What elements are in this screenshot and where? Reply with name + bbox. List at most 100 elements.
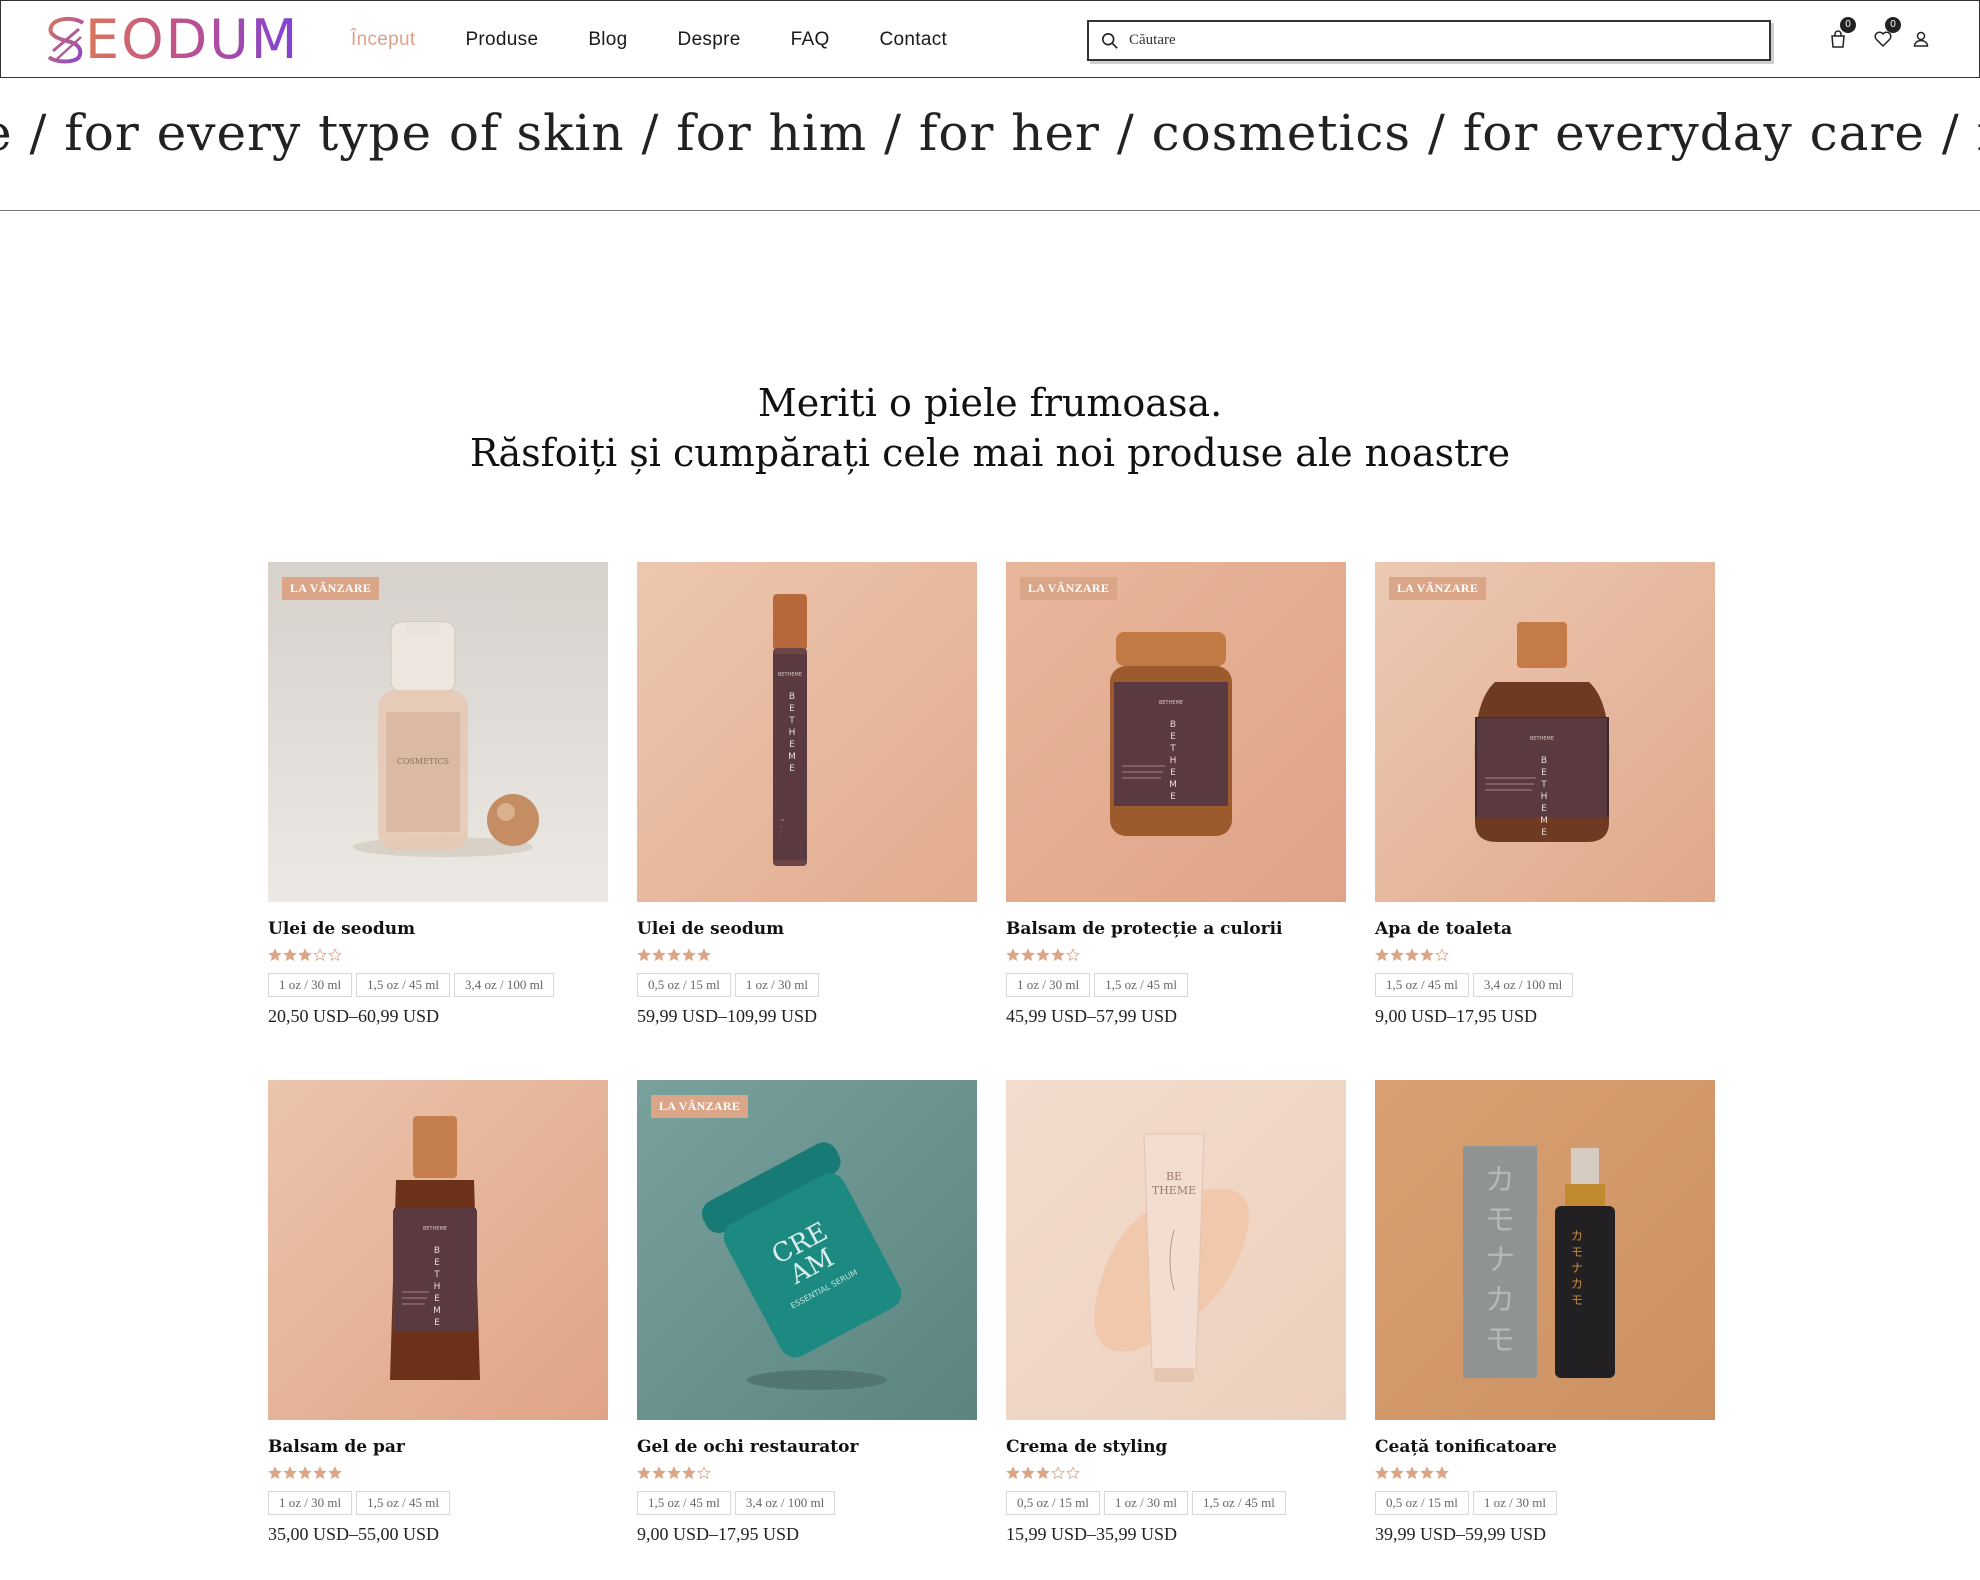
nav-item-blog[interactable]: Blog xyxy=(588,29,627,51)
svg-text:E: E xyxy=(1541,768,1547,778)
svg-text:M: M xyxy=(1169,780,1177,790)
product-image[interactable]: BETHEME BETHEME xyxy=(268,1080,608,1420)
variant-option[interactable]: 1,5 oz / 45 ml xyxy=(1094,973,1188,997)
star-filled-icon xyxy=(637,948,651,962)
svg-text:E: E xyxy=(789,704,795,714)
tagline-marquee: e / for every type of skin / for him / f… xyxy=(0,78,1980,211)
svg-text:T: T xyxy=(1169,744,1176,754)
svg-text:M: M xyxy=(433,1306,441,1316)
search-input[interactable] xyxy=(1129,25,1729,56)
product-name[interactable]: Balsam de par xyxy=(268,1437,608,1461)
product-name[interactable]: Ulei de seodum xyxy=(268,919,608,943)
variant-option[interactable]: 3,4 oz / 100 ml xyxy=(734,1491,836,1515)
product-rating xyxy=(637,1466,977,1482)
product-photo: BETHEME BETHEME xyxy=(1375,562,1715,902)
variant-option[interactable]: 1,5 oz / 45 ml xyxy=(356,973,450,997)
product-name[interactable]: Balsam de protecție a culorii xyxy=(1006,919,1346,943)
product-photo: カモナ カモ カモナ カモ xyxy=(1375,1080,1715,1420)
product-card[interactable]: BETHEME BETHEME Ulei de seodum 0,5 oz / … xyxy=(637,562,977,1027)
product-image[interactable]: CRE AM ESSENTIAL SERUM LA VÂNZARE xyxy=(637,1080,977,1420)
star-filled-icon xyxy=(1375,948,1389,962)
nav-item-contact[interactable]: Contact xyxy=(880,29,948,51)
star-filled-icon xyxy=(682,1466,696,1480)
product-rating xyxy=(1375,948,1715,964)
nav-item-inceput[interactable]: Început xyxy=(351,29,415,51)
product-price: 20,50 USD–60,99 USD xyxy=(268,1006,440,1026)
product-image[interactable]: BETHEME BETHEME LA VÂNZARE xyxy=(1006,562,1346,902)
product-photo: BETHEME BETHEME xyxy=(637,562,977,902)
variant-option[interactable]: 1 oz / 30 ml xyxy=(268,973,353,997)
product-name[interactable]: Ceață tonificatoare xyxy=(1375,1437,1715,1461)
svg-text:カ: カ xyxy=(1571,1277,1583,1291)
variant-option[interactable]: 1 oz / 30 ml xyxy=(734,973,819,997)
svg-text:BETHEME: BETHEME xyxy=(778,672,802,678)
nav-item-produse[interactable]: Produse xyxy=(465,29,538,51)
svg-text:COSMETICS: COSMETICS xyxy=(397,757,449,766)
variant-option[interactable]: 0,5 oz / 15 ml xyxy=(1375,1491,1469,1515)
sale-badge: LA VÂNZARE xyxy=(651,1095,749,1118)
cart-button[interactable]: 0 xyxy=(1828,17,1856,51)
variant-option[interactable]: 1,5 oz / 45 ml xyxy=(637,1491,731,1515)
star-filled-icon xyxy=(652,948,666,962)
svg-text:H: H xyxy=(1541,792,1548,802)
product-card[interactable]: COSMETICS LA VÂNZARE Ulei de seodum 1 oz… xyxy=(268,562,608,1027)
wishlist-button[interactable]: 0 xyxy=(1873,17,1901,51)
star-filled-icon xyxy=(1405,948,1419,962)
product-name[interactable]: Apa de toaleta xyxy=(1375,919,1715,943)
svg-text:BETHEME: BETHEME xyxy=(423,1226,447,1232)
product-image[interactable]: COSMETICS LA VÂNZARE xyxy=(268,562,608,902)
variant-option[interactable]: 1 oz / 30 ml xyxy=(1006,973,1091,997)
product-card[interactable]: カモナ カモ カモナ カモ Ceață tonificatoare 0,5 oz… xyxy=(1375,1080,1715,1545)
svg-text:BETHEME: BETHEME xyxy=(1530,736,1554,742)
variant-option[interactable]: 1,5 oz / 45 ml xyxy=(356,1491,450,1515)
product-name[interactable]: Crema de styling xyxy=(1006,1437,1346,1461)
cart-count-badge: 0 xyxy=(1840,17,1856,33)
nav-item-faq[interactable]: FAQ xyxy=(791,29,830,51)
star-filled-icon xyxy=(1390,1466,1404,1480)
variant-option[interactable]: 3,4 oz / 100 ml xyxy=(1472,973,1574,997)
logo[interactable]: EODUM xyxy=(45,11,299,69)
star-filled-icon xyxy=(313,1466,327,1480)
variant-option[interactable]: 1 oz / 30 ml xyxy=(1472,1491,1557,1515)
product-rating xyxy=(637,948,977,964)
svg-text:カ: カ xyxy=(1571,1229,1583,1243)
variant-option[interactable]: 1 oz / 30 ml xyxy=(1103,1491,1188,1515)
variant-option[interactable]: 1,5 oz / 45 ml xyxy=(1191,1491,1286,1515)
variant-option[interactable]: 0,5 oz / 15 ml xyxy=(637,973,731,997)
product-photo: COSMETICS xyxy=(268,562,608,902)
variant-option[interactable]: 0,5 oz / 15 ml xyxy=(1006,1491,1100,1515)
svg-text:E: E xyxy=(1170,792,1176,802)
nav-item-despre[interactable]: Despre xyxy=(678,29,741,51)
product-image[interactable]: BETHEME BETHEME LA VÂNZARE xyxy=(1375,562,1715,902)
product-photo: BE THEME xyxy=(1006,1080,1346,1420)
product-name[interactable]: Gel de ochi restaurator xyxy=(637,1437,977,1461)
product-image[interactable]: BE THEME xyxy=(1006,1080,1346,1420)
variant-options: 0,5 oz / 15 ml 1 oz / 30 ml xyxy=(1375,1491,1715,1515)
product-card[interactable]: BE THEME Crema de styling 0,5 oz / 15 ml… xyxy=(1006,1080,1346,1545)
svg-text:THEME: THEME xyxy=(1152,1184,1196,1197)
svg-text:E: E xyxy=(1541,804,1547,814)
star-filled-icon xyxy=(1375,1466,1389,1480)
product-card[interactable]: BETHEME BETHEME LA VÂNZARE Balsam de pro… xyxy=(1006,562,1346,1027)
product-card[interactable]: BETHEME BETHEME LA VÂNZARE Apa de toalet… xyxy=(1375,562,1715,1027)
variant-option[interactable]: 3,4 oz / 100 ml xyxy=(453,973,555,997)
star-filled-icon xyxy=(1420,1466,1434,1480)
variant-option[interactable]: 1,5 oz / 45 ml xyxy=(1375,973,1469,997)
svg-text:B: B xyxy=(1541,756,1547,766)
star-filled-icon xyxy=(283,1466,297,1480)
star-filled-icon xyxy=(1006,1466,1020,1480)
product-rating xyxy=(268,948,608,964)
product-image[interactable]: カモナ カモ カモナ カモ xyxy=(1375,1080,1715,1420)
variant-options: 1,5 oz / 45 ml 3,4 oz / 100 ml xyxy=(637,1491,977,1515)
variant-option[interactable]: 1 oz / 30 ml xyxy=(268,1491,353,1515)
svg-text:T: T xyxy=(433,1270,440,1280)
product-image[interactable]: BETHEME BETHEME xyxy=(637,562,977,902)
star-filled-icon xyxy=(1036,1466,1050,1480)
product-name[interactable]: Ulei de seodum xyxy=(637,919,977,943)
product-card[interactable]: BETHEME BETHEME Balsam de par 1 oz / 30 … xyxy=(268,1080,608,1545)
search-box[interactable] xyxy=(1087,20,1771,61)
heading-line-2: Răsfoiți și cumpărați cele mai noi produ… xyxy=(469,431,1511,475)
product-card[interactable]: CRE AM ESSENTIAL SERUM LA VÂNZARE Gel de… xyxy=(637,1080,977,1545)
account-button[interactable] xyxy=(1911,29,1933,51)
wishlist-count-badge: 0 xyxy=(1885,17,1901,33)
